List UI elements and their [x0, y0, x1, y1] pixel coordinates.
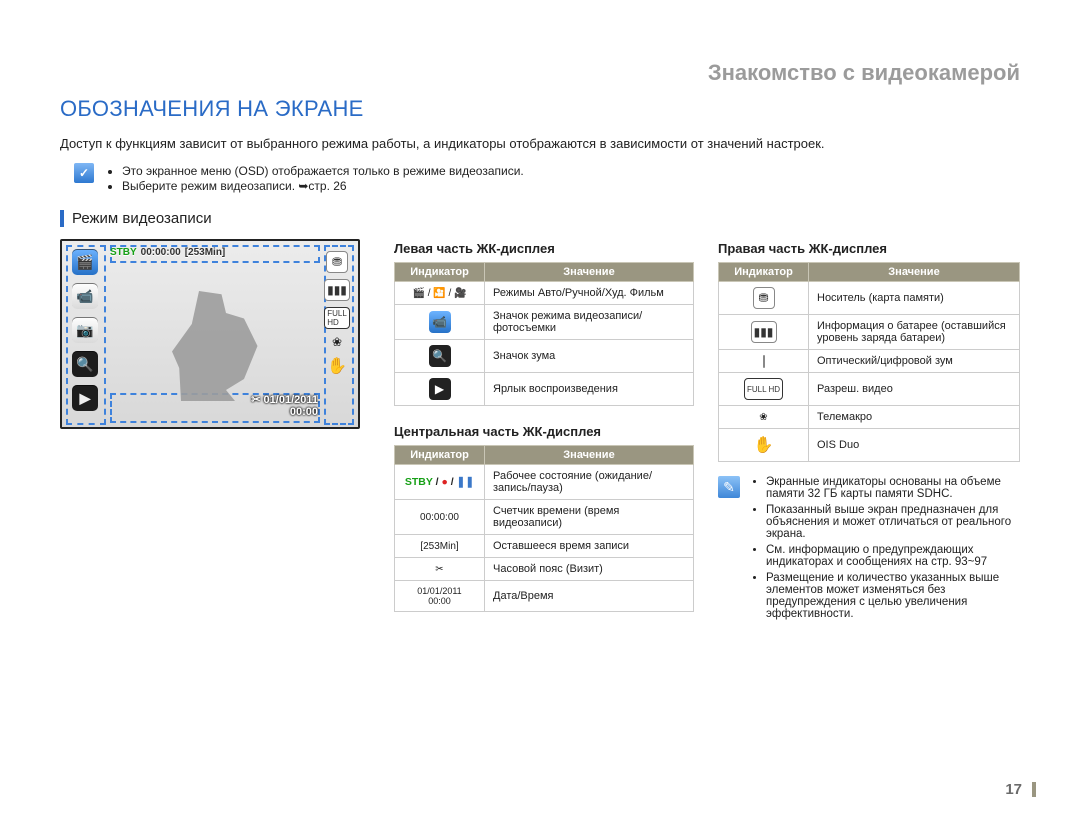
remain-icon: [253Min] [395, 535, 485, 558]
photo-mode-icon: 📷 [72, 317, 98, 343]
optzoom-icon [763, 355, 765, 368]
ois-icon: ✋ [753, 434, 775, 456]
cell: OIS Duo [809, 429, 1020, 462]
sd-icon: ⛃ [326, 251, 348, 273]
breadcrumb: Знакомство с видеокамерой [60, 60, 1020, 86]
intro-text: Доступ к функциям зависит от выбранного … [60, 136, 1020, 151]
cell: Ярлык воспроизведения [485, 373, 694, 406]
fullhd-icon: FULL HD [744, 378, 783, 400]
sd-icon: ⛃ [753, 287, 775, 309]
video-mode-icon: 📹 [72, 283, 98, 309]
cell: Счетчик времени (время видеозаписи) [485, 500, 694, 535]
remain-text: [253Min] [185, 247, 226, 258]
cell: Телемакро [809, 406, 1020, 429]
th-meaning: Значение [485, 263, 694, 282]
note-item: См. информацию о предупреждающих индикат… [766, 544, 1020, 568]
th-indicator: Индикатор [719, 263, 809, 282]
stby-text: STBY [110, 247, 137, 258]
cell: Значок зума [485, 340, 694, 373]
th-indicator: Индикатор [395, 263, 485, 282]
timezone-icon: ✂ [395, 558, 485, 581]
section-title: Режим видеозаписи [60, 210, 1020, 227]
th-indicator: Индикатор [395, 446, 485, 465]
page-number: 17 [1005, 782, 1036, 797]
video-mode-icon: 📹 [429, 311, 451, 333]
cell: Разреш. видео [809, 373, 1020, 406]
cell: Часовой пояс (Визит) [485, 558, 694, 581]
notes-icon: ✎ [718, 476, 740, 498]
telemacro-icon: ❀ [759, 412, 767, 423]
note-item: Экранные индикаторы основаны на объеме п… [766, 476, 1020, 500]
cell: Носитель (карта памяти) [809, 282, 1020, 315]
top-info-box: ✓ Это экранное меню (OSD) отображается т… [60, 163, 1020, 194]
page-title: ОБОЗНАЧЕНИЯ НА ЭКРАНЕ [60, 96, 1020, 122]
top-info-line2: Выберите режим видеозаписи. ➥стр. 26 [122, 179, 524, 193]
zoom-icon: 🔍 [72, 351, 98, 377]
left-table: Индикатор Значение 🎬 / 🎦 / 🎥 Режимы Авто… [394, 262, 694, 406]
counter-text: 00:00:00 [141, 247, 181, 258]
right-table-title: Правая часть ЖК-дисплея [718, 241, 1020, 256]
battery-icon: ▮▮▮ [324, 279, 350, 301]
notes-box: ✎ Экранные индикаторы основаны на объеме… [718, 476, 1020, 624]
mode-auto-icon: 🎬 [72, 249, 98, 275]
cell: Рабочее состояние (ожидание/ запись/пауз… [485, 465, 694, 500]
play-icon: ▶ [429, 378, 451, 400]
cell: Оптический/цифровой зум [809, 350, 1020, 373]
status-line: STBY 00:00:00 [253Min] [110, 247, 225, 258]
cell: Значок режима видеозаписи/ фотосъемки [485, 305, 694, 340]
datetime-icon: 01/01/2011 00:00 [395, 581, 485, 612]
cell: Дата/Время [485, 581, 694, 612]
cell: Режимы Авто/Ручной/Худ. Фильм [485, 282, 694, 305]
play-icon: ▶ [72, 385, 98, 411]
note-item: Размещение и количество указанных выше э… [766, 572, 1020, 620]
battery-icon: ▮▮▮ [751, 321, 777, 343]
fullhd-icon: FULLHD [324, 307, 350, 329]
th-meaning: Значение [809, 263, 1020, 282]
note-item: Показанный выше экран предназначен для о… [766, 504, 1020, 540]
th-meaning: Значение [485, 446, 694, 465]
date-time-overlay: ✂ 01/01/2011 00:00 [251, 394, 318, 419]
ois-icon: ✋ [326, 355, 348, 377]
cell: Информация о батарее (оставшийся уровень… [809, 315, 1020, 350]
counter-icon: 00:00:00 [395, 500, 485, 535]
left-table-title: Левая часть ЖК-дисплея [394, 241, 694, 256]
top-info-line1: Это экранное меню (OSD) отображается тол… [122, 164, 524, 178]
right-table: Индикатор Значение ⛃ Носитель (карта пам… [718, 262, 1020, 462]
lcd-mockup: 🎬 📹 📷 🔍 ▶ STBY 00:00:00 [253Min] ⛃ ▮▮▮ F… [60, 239, 360, 429]
status-icon: STBY / ● / ❚❚ [405, 476, 474, 488]
telemacro-icon: ❀ [332, 335, 342, 349]
center-table-title: Центральная часть ЖК-дисплея [394, 424, 694, 439]
check-icon: ✓ [74, 163, 94, 183]
zoom-icon: 🔍 [429, 345, 451, 367]
cell: Оставшееся время записи [485, 535, 694, 558]
modes-icons: 🎬 / 🎦 / 🎥 [395, 282, 485, 305]
center-table: Индикатор Значение STBY / ● / ❚❚ Рабочее… [394, 445, 694, 612]
